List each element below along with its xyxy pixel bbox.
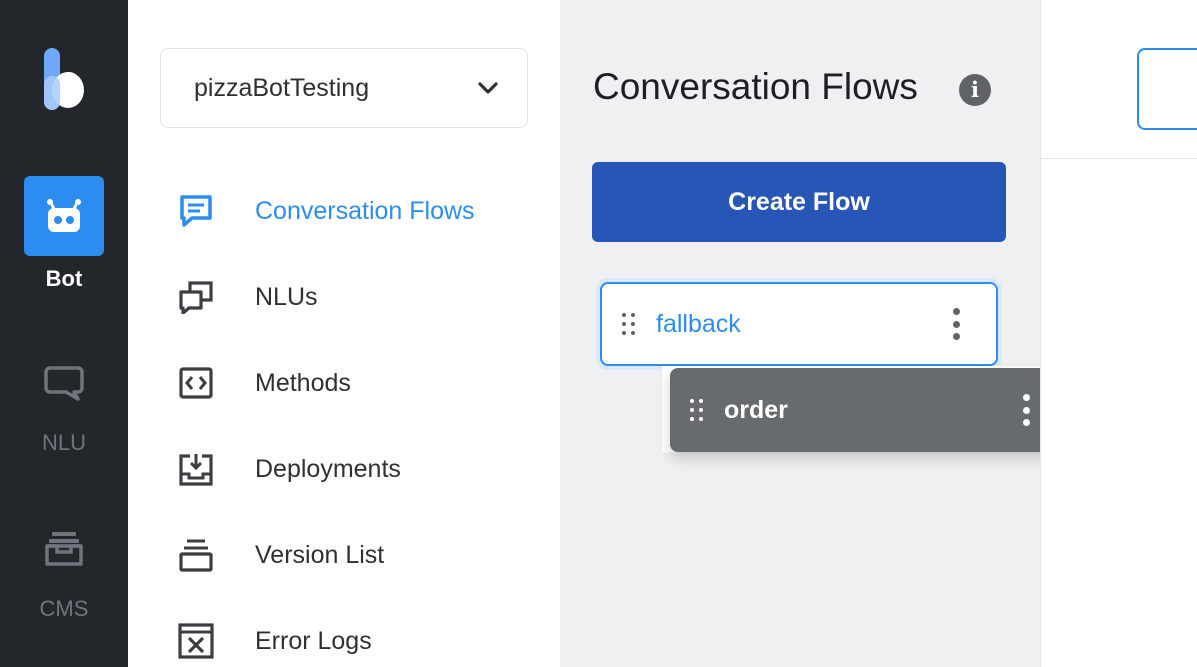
info-icon[interactable]: i	[959, 74, 991, 106]
flow-card-fallback[interactable]: fallback	[600, 282, 998, 366]
nav-item-conversation-flows[interactable]: Conversation Flows	[176, 186, 475, 236]
flow-editor-area	[1040, 0, 1197, 667]
conversation-flows-panel: Conversation Flows i Create Flow fallbac…	[560, 0, 1040, 667]
code-brackets-icon	[176, 363, 216, 403]
nav-item-nlus[interactable]: NLUs	[176, 272, 318, 322]
flow-name: order	[724, 395, 788, 424]
flow-name: fallback	[656, 309, 741, 338]
create-flow-button[interactable]: Create Flow	[592, 162, 1006, 242]
rail-tile-cms	[24, 518, 104, 578]
bot-icon	[47, 199, 81, 232]
download-tray-icon	[176, 449, 216, 489]
nav-item-error-logs[interactable]: Error Logs	[176, 616, 372, 666]
more-options-icon[interactable]	[1022, 394, 1030, 426]
flow-card-order-dragging[interactable]: order	[670, 368, 1068, 452]
inbox-tray-icon	[45, 532, 83, 566]
message-square-icon	[176, 191, 216, 231]
nav-item-version-list[interactable]: Version List	[176, 530, 384, 580]
layers-icon	[176, 535, 216, 575]
drag-handle-icon[interactable]	[622, 313, 636, 335]
bot-selector-value: pizzaBotTesting	[194, 73, 370, 102]
rail-item-bot[interactable]: Bot	[0, 176, 128, 292]
nav-label-nlus: NLUs	[255, 282, 318, 311]
drag-handle-icon[interactable]	[690, 399, 704, 421]
nav-label-conversation-flows: Conversation Flows	[255, 196, 475, 225]
kore-logo-icon[interactable]	[40, 46, 88, 112]
chat-bubble-icon	[44, 366, 84, 401]
rail-item-cms[interactable]: CMS	[0, 518, 128, 622]
rail-label-nlu: NLU	[41, 430, 86, 455]
rail-tile-nlu	[24, 352, 104, 412]
nav-item-deployments[interactable]: Deployments	[176, 444, 401, 494]
nav-label-methods: Methods	[255, 368, 351, 397]
rail-label-bot: Bot	[45, 266, 83, 291]
nav-label-version-list: Version List	[255, 540, 385, 569]
page-title: Conversation Flows	[593, 66, 918, 107]
partial-input-box[interactable]	[1137, 48, 1197, 130]
more-options-icon[interactable]	[952, 308, 960, 340]
left-rail: Bot NLU CMS	[0, 0, 128, 667]
nav-label-deployments: Deployments	[255, 454, 401, 483]
bot-selector-dropdown[interactable]: pizzaBotTesting	[160, 48, 528, 128]
nav-label-error-logs: Error Logs	[255, 626, 372, 655]
error-window-icon	[176, 621, 216, 661]
rail-label-cms: CMS	[39, 596, 89, 621]
secondary-nav: pizzaBotTesting Conversation Flows NLUs	[128, 0, 560, 667]
rail-tile-bot	[24, 176, 104, 256]
rail-item-nlu[interactable]: NLU	[0, 352, 128, 456]
header-divider	[1041, 158, 1197, 159]
stacked-chat-icon	[176, 277, 216, 317]
chevron-down-icon	[478, 82, 498, 94]
nav-item-methods[interactable]: Methods	[176, 358, 351, 408]
